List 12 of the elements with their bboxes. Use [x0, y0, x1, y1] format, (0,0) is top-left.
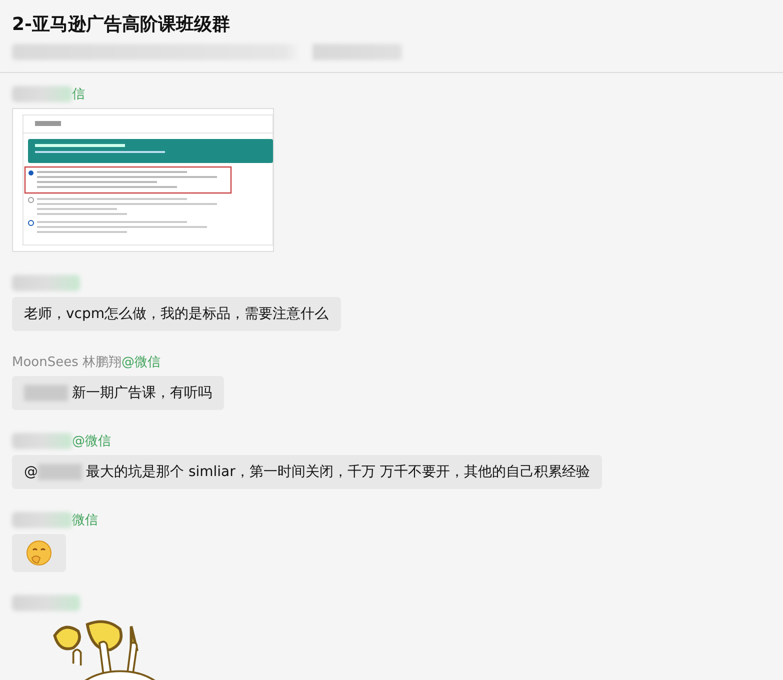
group-title: 2-亚马逊广告高阶课班级群	[12, 13, 230, 36]
message-text: 最大的坑是那个 simliar，第一时间关闭，千万 万千不要开，其他的自己积累经验	[86, 463, 590, 481]
sender-source: @微信	[72, 433, 111, 450]
emoji-icon	[26, 540, 52, 566]
sender-source: @微信	[122, 354, 161, 371]
mention-sign: @	[24, 464, 38, 480]
screenshot-image[interactable]	[12, 108, 274, 252]
message-text: 老师，vcpm怎么做，我的是标品，需要注意什么	[24, 305, 329, 323]
message-text: 新一期广告课，有听吗	[72, 384, 212, 402]
sender-source: 信	[72, 86, 85, 103]
sender-name: MoonSees 林鹏翔	[12, 354, 122, 371]
sender-source: 微信	[72, 512, 98, 529]
